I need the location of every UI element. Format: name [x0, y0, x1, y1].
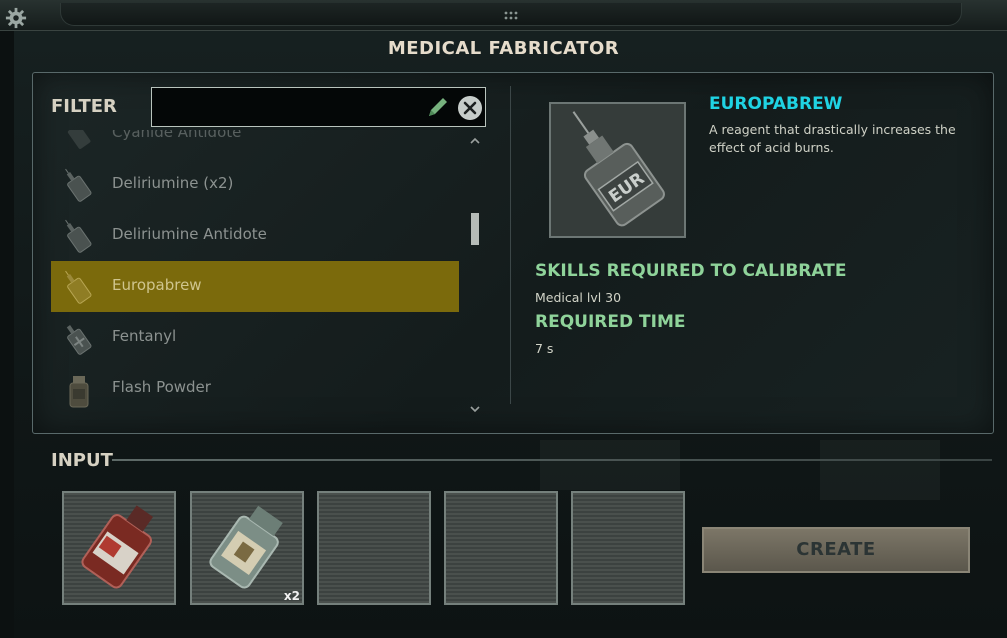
create-button[interactable]: CREATE	[702, 527, 970, 573]
list-item[interactable]: Deliriumine Antidote	[51, 210, 459, 261]
bottle-icon	[69, 376, 89, 408]
input-divider	[112, 459, 992, 461]
list-item-label: Fentanyl	[112, 327, 177, 345]
list-item[interactable]: Cyanide Antidote	[51, 130, 459, 159]
time-value: 7 s	[535, 341, 554, 356]
item-name: EUROPABREW	[709, 94, 843, 114]
background-machinery	[540, 440, 680, 490]
background-figure	[820, 440, 940, 500]
syringe-icon	[67, 130, 91, 149]
chevron-down-icon[interactable]	[468, 404, 482, 414]
input-slot[interactable]: x2	[190, 491, 304, 605]
time-heading: REQUIRED TIME	[535, 312, 686, 332]
chevron-up-icon[interactable]	[468, 136, 482, 146]
syringe-eur-icon	[65, 270, 92, 304]
list-item[interactable]: Flash Powder	[51, 363, 459, 414]
syringe-eur-icon: EUR	[551, 104, 684, 236]
list-item-label: Deliriumine (x2)	[112, 174, 234, 192]
syringe-del-icon	[65, 168, 92, 202]
list-item-selected[interactable]: Europabrew	[51, 261, 459, 312]
drag-handle-icon[interactable]	[504, 11, 518, 21]
input-slot[interactable]	[62, 491, 176, 605]
input-slot-empty[interactable]	[317, 491, 431, 605]
item-description: A reagent that drastically increases the…	[709, 122, 956, 155]
list-item-label: Cyanide Antidote	[112, 130, 242, 141]
clear-filter-icon[interactable]	[458, 96, 482, 120]
slot-count: x2	[283, 589, 300, 603]
item-preview: EUR	[549, 102, 686, 238]
list-item-label: Europabrew	[112, 276, 202, 294]
window-title: MEDICAL FABRICATOR	[387, 38, 620, 59]
pill-bottle-icon	[209, 505, 283, 589]
input-slot-empty[interactable]	[444, 491, 558, 605]
list-item-label: Deliriumine Antidote	[112, 225, 267, 243]
skills-value: Medical lvl 30	[535, 290, 622, 305]
list-item-label: Flash Powder	[112, 378, 211, 396]
skills-heading: SKILLS REQUIRED TO CALIBRATE	[535, 261, 847, 281]
input-label: INPUT	[51, 450, 113, 471]
recipe-list: Cyanide Antidote Deliriumine (x2) Deliri…	[51, 130, 459, 415]
scrollbar-thumb[interactable]	[471, 213, 479, 245]
syringe-antidote-icon	[65, 219, 92, 253]
blood-bottle-icon	[81, 505, 154, 589]
pencil-icon[interactable]	[426, 95, 450, 119]
filter-label: FILTER	[51, 96, 117, 117]
gear-icon[interactable]	[5, 7, 27, 29]
panel-divider	[510, 86, 511, 404]
list-item[interactable]: Deliriumine (x2)	[51, 159, 459, 210]
list-item[interactable]: Fentanyl	[51, 312, 459, 363]
input-slot-empty[interactable]	[571, 491, 685, 605]
syringe-plus-icon	[66, 325, 92, 355]
